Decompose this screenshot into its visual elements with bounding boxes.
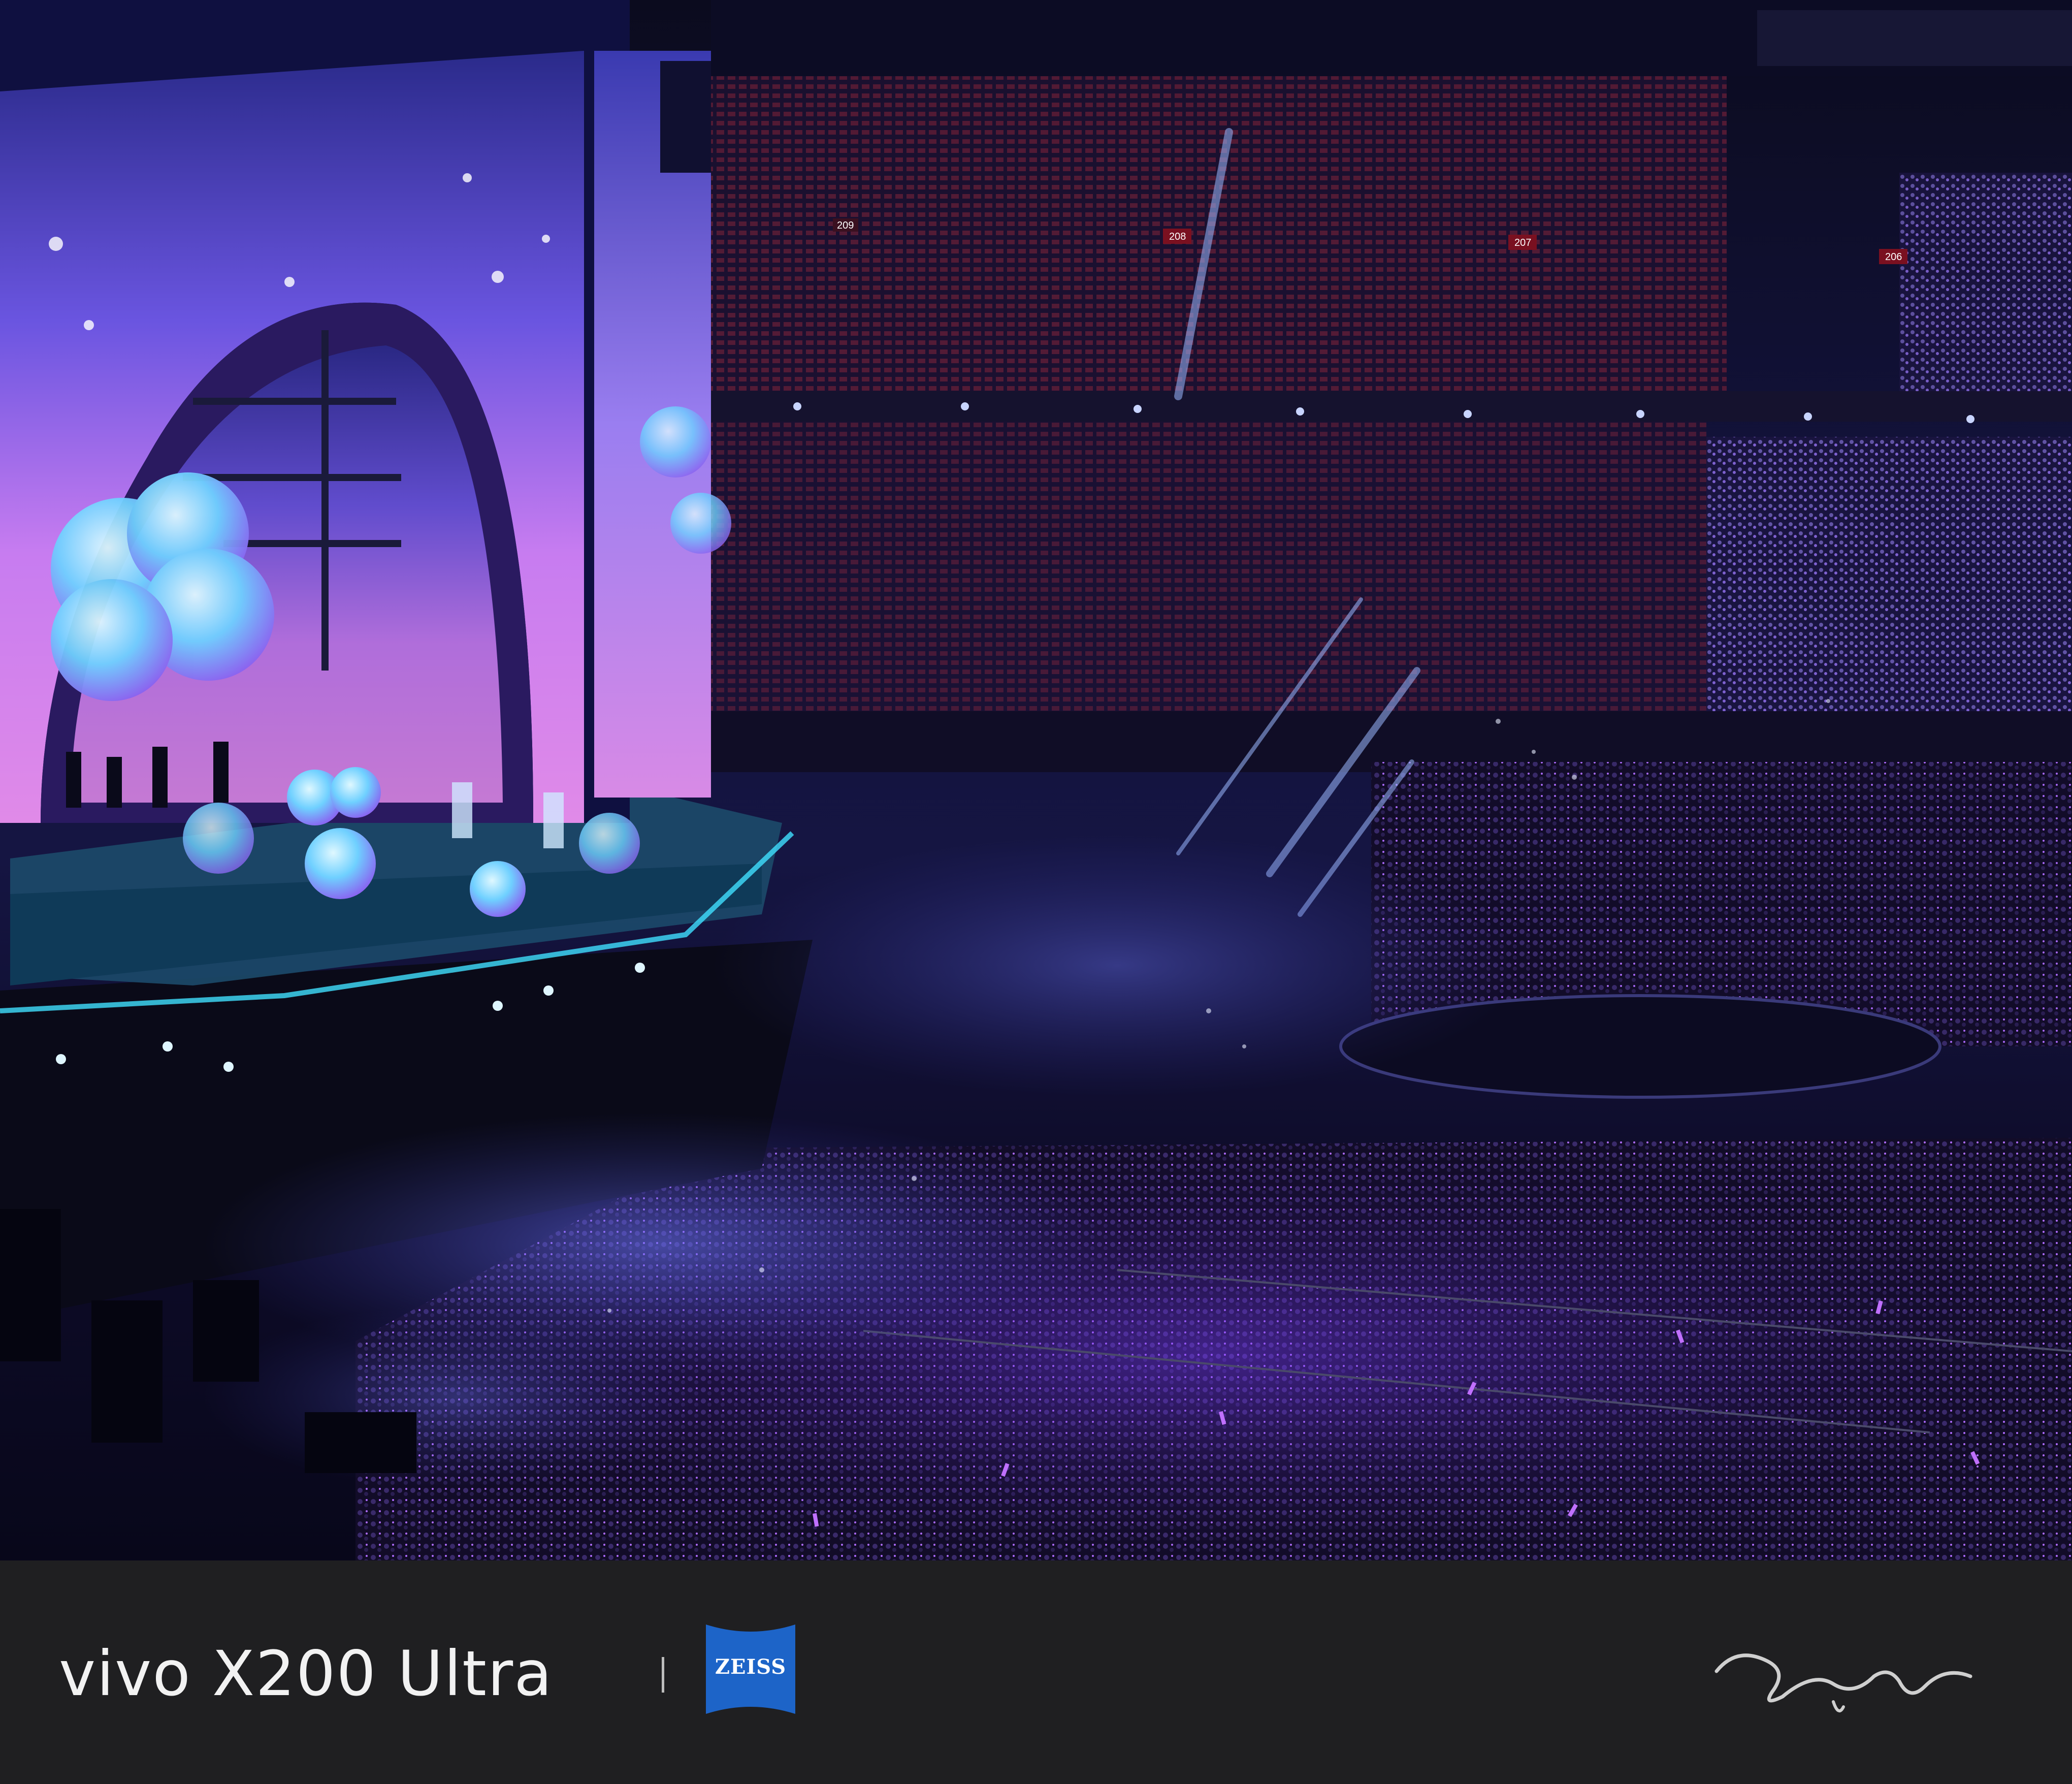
brand-divider xyxy=(662,1657,664,1693)
mid-seating-block xyxy=(711,422,1706,716)
upper-right-crowd xyxy=(1899,173,2072,417)
section-sign-207: 207 xyxy=(1514,237,1531,248)
ring-beam xyxy=(711,391,2072,422)
section-sign-208: 208 xyxy=(1169,231,1186,242)
concert-scene: 209 208 207 206 xyxy=(0,0,2072,1560)
section-sign-206: 206 xyxy=(1885,251,1902,263)
brand-name: vivo X200 Ultra xyxy=(59,1638,553,1710)
zeiss-logo-text: ZEISS xyxy=(715,1655,787,1679)
mid-right-crowd xyxy=(1706,437,2072,742)
section-sign-209: 209 xyxy=(837,220,854,231)
upper-seating-block xyxy=(711,76,1727,401)
concert-photo: 209 208 207 206 xyxy=(0,0,2072,1560)
photographer-signature xyxy=(1714,1653,1972,1712)
